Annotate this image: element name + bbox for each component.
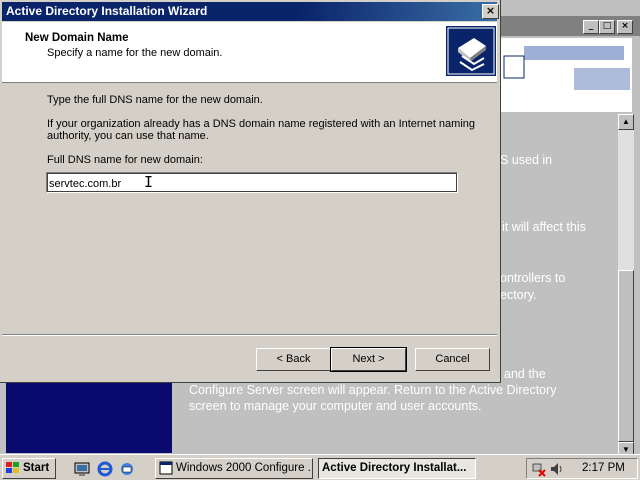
volume-icon[interactable] bbox=[549, 461, 565, 477]
taskbar: Start Windows 2000 Configure ... Active … bbox=[0, 454, 640, 480]
window-app-icon bbox=[159, 461, 173, 475]
bg-text-fragment: and the bbox=[504, 367, 546, 381]
configure-server-side-panel bbox=[6, 383, 172, 453]
show-desktop-icon[interactable] bbox=[74, 461, 90, 477]
ad-installation-wizard: Active Directory Installation Wizard × N… bbox=[0, 0, 501, 383]
maximize-icon[interactable]: □ bbox=[599, 20, 615, 34]
clock[interactable]: 2:17 PM bbox=[582, 462, 625, 474]
bg-text-fragment: ontrollers to bbox=[500, 271, 566, 285]
dns-name-label: Full DNS name for new domain: bbox=[47, 154, 203, 166]
outlook-express-icon[interactable] bbox=[119, 461, 135, 477]
cancel-button[interactable]: Cancel bbox=[415, 348, 490, 371]
taskbar-item-label: Windows 2000 Configure ... bbox=[176, 462, 313, 474]
text-cursor-icon: I bbox=[144, 173, 154, 191]
taskbar-item-configure-server[interactable]: Windows 2000 Configure ... bbox=[155, 458, 313, 479]
taskbar-item-label: Active Directory Installat... bbox=[322, 462, 467, 474]
instruction-text: Type the full DNS name for the new domai… bbox=[47, 94, 263, 106]
minimize-icon[interactable]: _ bbox=[583, 20, 599, 34]
configure-server-banner bbox=[494, 38, 632, 112]
bg-text-fragment: ectory. bbox=[500, 288, 537, 302]
directory-book-icon bbox=[446, 26, 496, 76]
bg-text-fragment: it will affect this bbox=[502, 220, 586, 234]
close-icon[interactable]: × bbox=[482, 4, 499, 19]
next-button[interactable]: Next > bbox=[330, 347, 407, 372]
start-label: Start bbox=[23, 462, 50, 474]
configure-server-scrollbar[interactable]: ▲ ▼ bbox=[618, 114, 634, 458]
system-tray: 2:17 PM bbox=[526, 458, 638, 479]
info-text-line: authority, you can use that name. bbox=[47, 130, 209, 142]
back-button[interactable]: < Back bbox=[256, 348, 331, 371]
divider bbox=[2, 334, 497, 336]
taskbar-item-ad-wizard[interactable]: Active Directory Installat... bbox=[318, 458, 476, 479]
scroll-up-icon[interactable]: ▲ bbox=[618, 114, 634, 130]
windows-logo-icon bbox=[6, 462, 19, 473]
dns-name-input[interactable] bbox=[46, 172, 458, 193]
bg-text-line: Configure Server screen will appear. Ret… bbox=[189, 383, 557, 397]
wizard-titlebar[interactable]: Active Directory Installation Wizard bbox=[2, 2, 497, 21]
banner-graphic-icon bbox=[503, 46, 630, 90]
network-disconnected-icon[interactable] bbox=[531, 461, 547, 477]
bg-text-fragment: S used in bbox=[500, 153, 553, 167]
wizard-header: New Domain Name Specify a name for the n… bbox=[2, 22, 497, 83]
bg-text-line: screen to manage your computer and user … bbox=[189, 399, 482, 413]
scroll-thumb[interactable] bbox=[618, 270, 634, 442]
internet-explorer-icon[interactable] bbox=[97, 461, 113, 477]
close-icon[interactable]: × bbox=[617, 20, 633, 34]
page-subtitle: Specify a name for the new domain. bbox=[47, 47, 223, 59]
info-text-line: If your organization already has a DNS d… bbox=[47, 118, 476, 130]
page-title: New Domain Name bbox=[25, 32, 129, 44]
start-button[interactable]: Start bbox=[2, 458, 56, 479]
